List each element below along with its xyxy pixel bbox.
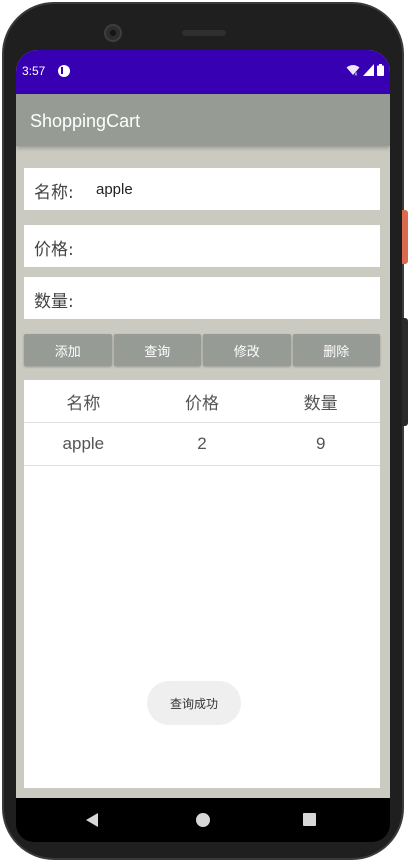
item-price: 2 bbox=[197, 434, 207, 453]
wifi-icon: x bbox=[346, 65, 360, 77]
price-label: 价格: bbox=[34, 240, 74, 260]
name-input[interactable] bbox=[96, 174, 366, 204]
svg-text:x: x bbox=[355, 72, 358, 77]
app-notification-icon bbox=[58, 65, 70, 77]
name-label: 名称: bbox=[34, 183, 74, 203]
list-item[interactable]: apple 2 9 bbox=[24, 423, 380, 466]
price-field: 价格: bbox=[24, 225, 380, 267]
battery-icon bbox=[377, 64, 384, 76]
side-button-power bbox=[402, 318, 408, 426]
name-field: 名称: bbox=[24, 168, 380, 210]
header-price: 价格 bbox=[185, 393, 219, 414]
quantity-input[interactable] bbox=[96, 283, 366, 313]
header-quantity: 数量 bbox=[303, 393, 338, 414]
quantity-field: 数量: bbox=[24, 277, 380, 319]
earpiece-speaker bbox=[182, 30, 226, 36]
side-button-red bbox=[402, 210, 408, 264]
toast-message: 查询成功 bbox=[147, 681, 241, 725]
item-name: apple bbox=[62, 434, 105, 453]
status-time: 3:57 bbox=[22, 64, 46, 78]
status-bar: 3:57 x bbox=[16, 50, 390, 94]
device-frame: 3:57 x ShoppingCart 名称: apple 价格: 数量: 添加… bbox=[0, 0, 408, 864]
app-title: ShoppingCart bbox=[30, 111, 141, 131]
app-screen: 3:57 x ShoppingCart 名称: apple 价格: 数量: 添加… bbox=[16, 50, 390, 798]
cart-list: 名称 价格 数量 apple 2 9 bbox=[24, 380, 380, 788]
navigation-bar bbox=[16, 798, 390, 842]
action-button-row: 添加 查询 修改 删除 bbox=[24, 334, 380, 366]
price-input[interactable] bbox=[96, 231, 366, 261]
query-button[interactable]: 查询 bbox=[113, 334, 201, 366]
quantity-label: 数量: bbox=[34, 292, 74, 312]
front-camera bbox=[104, 24, 122, 42]
back-icon[interactable] bbox=[86, 813, 98, 827]
recents-icon[interactable] bbox=[303, 813, 316, 826]
home-icon[interactable] bbox=[196, 813, 210, 827]
modify-button[interactable]: 修改 bbox=[203, 334, 291, 366]
item-quantity: 9 bbox=[315, 434, 326, 453]
list-header-row: 名称 价格 数量 bbox=[24, 380, 380, 423]
delete-button[interactable]: 删除 bbox=[292, 334, 380, 366]
header-name: 名称 bbox=[66, 393, 101, 414]
app-bar: ShoppingCart bbox=[16, 94, 390, 146]
add-button[interactable]: 添加 bbox=[24, 334, 112, 366]
signal-icon bbox=[363, 64, 374, 76]
status-icons: x bbox=[346, 64, 384, 76]
